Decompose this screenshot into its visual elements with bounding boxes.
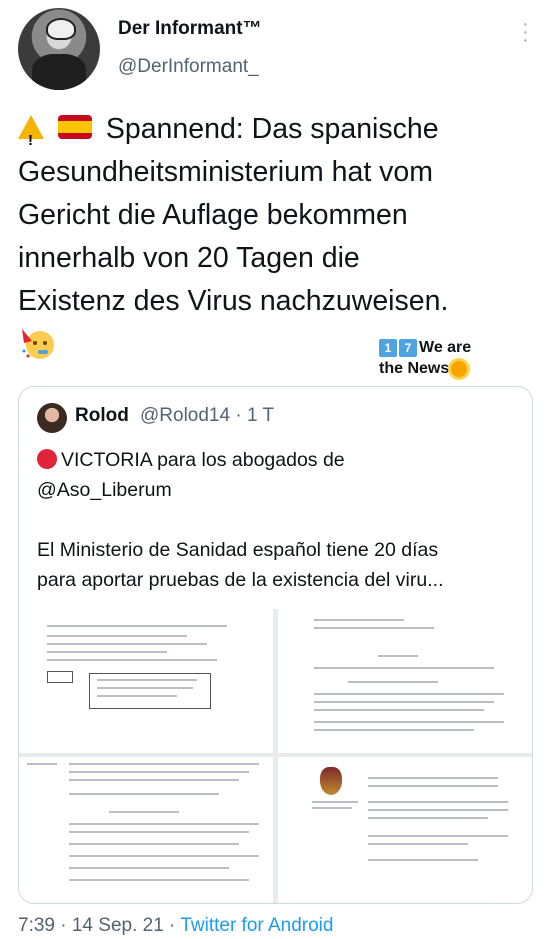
watermark-digit-2: 7 bbox=[399, 338, 417, 357]
document-image-4[interactable] bbox=[278, 757, 532, 903]
tweet-timestamp[interactable]: 7:39 · 14 Sep. 21 · bbox=[18, 915, 180, 936]
avatar-body bbox=[32, 54, 86, 90]
tweet-header: Der Informant™ @DerInformant_ · · · bbox=[18, 8, 538, 90]
sun-icon bbox=[451, 360, 468, 377]
we-are-the-news-watermark: 1 7 We are the News bbox=[379, 337, 499, 379]
quoted-body-line-2: para aportar pruebas de la existencia de… bbox=[37, 569, 444, 591]
quoted-body: El Ministerio de Sanidad español tiene 2… bbox=[37, 535, 527, 595]
watermark-text-2: the News bbox=[379, 360, 450, 377]
tweet-source-link[interactable]: Twitter for Android bbox=[180, 915, 333, 936]
document-image-3[interactable] bbox=[19, 757, 273, 903]
author-name[interactable]: Der Informant™ bbox=[118, 18, 262, 40]
tweet-footer: 7:39 · 14 Sep. 21 · Twitter for Android bbox=[18, 915, 333, 937]
watermark-digit-1: 1 bbox=[379, 338, 397, 357]
tweet-line-1: ! Spannend: Das spanische bbox=[18, 108, 538, 151]
tweet-line-5: Existenz des Virus nachzuweisen. bbox=[18, 285, 449, 317]
more-options-icon[interactable]: · · · bbox=[522, 14, 529, 50]
quoted-author-name[interactable]: Rolod bbox=[75, 405, 129, 427]
watermark-line-2: the News bbox=[379, 358, 499, 379]
quoted-text: VICTORIA para los abogados de @Aso_Liber… bbox=[37, 445, 517, 505]
spain-crest-icon bbox=[320, 767, 342, 795]
watermark-line-1: 1 7 We are bbox=[379, 337, 499, 358]
quoted-author-meta[interactable]: @Rolod14 · 1 T bbox=[140, 405, 274, 427]
author-handle[interactable]: @DerInformant_ bbox=[118, 56, 259, 78]
tweet-text: ! Spannend: Das spanische Gesundheitsmin… bbox=[18, 108, 538, 323]
tweet-line-3: Gericht die Auflage bekommen bbox=[18, 199, 408, 231]
avatar-hat bbox=[46, 18, 76, 40]
quoted-author-avatar[interactable] bbox=[37, 403, 67, 433]
quoted-tweet-card[interactable]: Rolod @Rolod14 · 1 T VICTORIA para los a… bbox=[18, 386, 533, 904]
tweet-line-4: innerhalb von 20 Tagen die bbox=[18, 242, 360, 274]
warning-icon: ! bbox=[18, 115, 44, 149]
author-avatar[interactable] bbox=[18, 8, 100, 90]
red-circle-icon bbox=[37, 449, 57, 469]
quoted-body-line-1: El Ministerio de Sanidad español tiene 2… bbox=[37, 539, 439, 561]
watermark-text-1: We are bbox=[419, 339, 472, 356]
tweet-line-2: Gesundheitsministerium hat vom bbox=[18, 156, 434, 188]
party-face-icon bbox=[22, 329, 54, 359]
spain-flag-icon bbox=[57, 115, 92, 140]
quoted-mention[interactable]: @Aso_Liberum bbox=[37, 475, 517, 505]
image-grid bbox=[19, 609, 532, 903]
document-image-2[interactable] bbox=[278, 609, 532, 753]
document-image-1[interactable] bbox=[19, 609, 273, 753]
quoted-text-line-1: VICTORIA para los abogados de bbox=[37, 445, 517, 475]
